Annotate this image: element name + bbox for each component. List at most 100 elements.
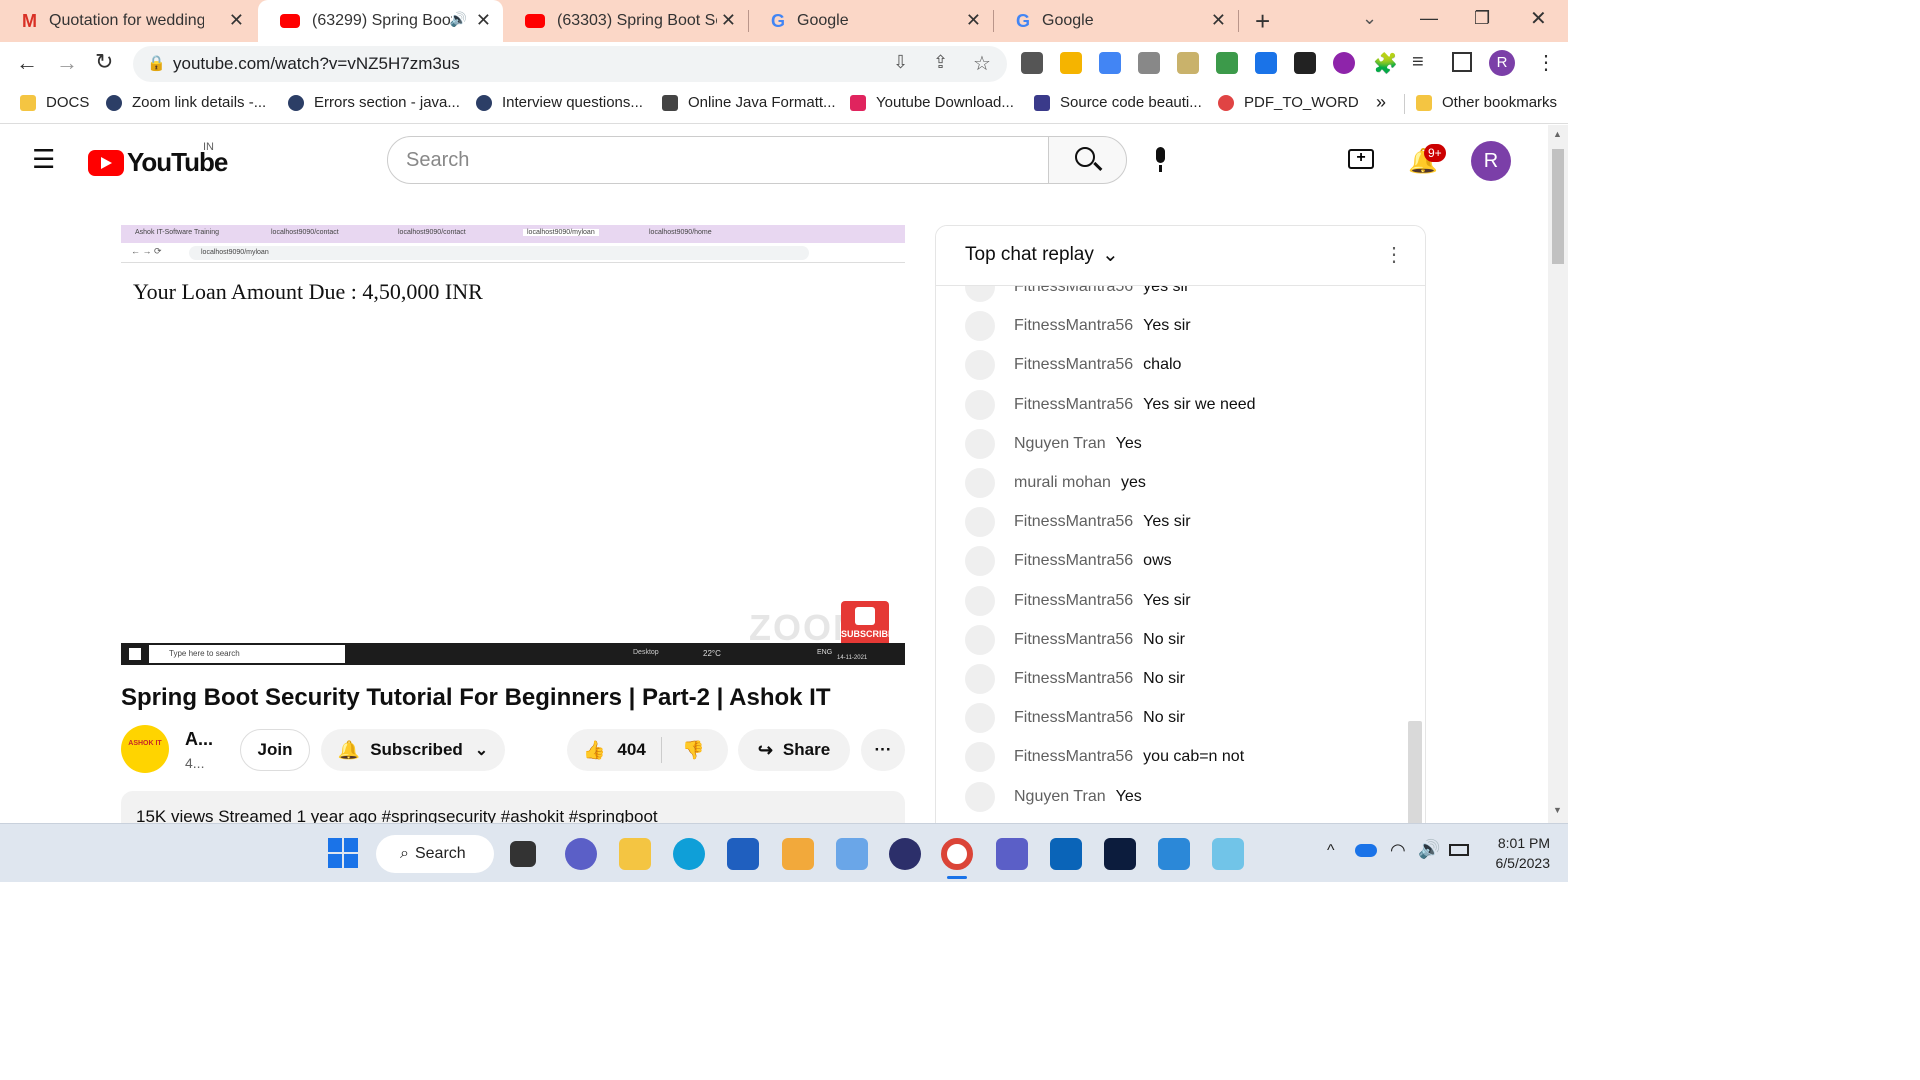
bookmark-star-icon[interactable]: ☆ xyxy=(973,51,991,76)
like-button[interactable]: 👍 404 xyxy=(567,737,662,763)
chat-author-name[interactable]: murali mohan xyxy=(1014,474,1111,492)
page-scrollbar-thumb[interactable] xyxy=(1552,149,1564,264)
chat-message[interactable]: FitnessMantra56 chalo xyxy=(965,350,1181,381)
chat-message[interactable]: FitnessMantra56 ows xyxy=(965,546,1172,577)
bookmark-item[interactable]: Zoom link details -... xyxy=(106,94,266,111)
chat-message[interactable]: FitnessMantra56 Yes sir xyxy=(965,311,1191,342)
share-page-icon[interactable]: ⇪ xyxy=(933,52,948,73)
channel-name[interactable]: A... xyxy=(185,729,213,750)
dislike-button[interactable]: 👎 xyxy=(662,740,704,761)
chat-author-name[interactable]: FitnessMantra56 xyxy=(1014,748,1133,766)
bookmark-item[interactable]: Youtube Download... xyxy=(850,94,1014,111)
extensions-puzzle-icon[interactable]: 🧩 xyxy=(1373,51,1398,76)
channel-avatar[interactable]: ASHOK IT xyxy=(121,725,169,773)
side-panel-icon[interactable] xyxy=(1452,52,1472,72)
chat-message[interactable]: FitnessMantra56 No sir xyxy=(965,624,1185,655)
bookmark-item[interactable]: DOCS xyxy=(20,94,89,111)
join-button[interactable]: Join xyxy=(240,729,310,771)
extension-icon[interactable] xyxy=(1177,52,1199,74)
chat-author-avatar[interactable] xyxy=(965,742,995,773)
extension-icon[interactable] xyxy=(1021,52,1043,74)
close-tab-icon[interactable]: ✕ xyxy=(476,10,491,31)
chat-message[interactable]: FitnessMantra56 you cab=n not xyxy=(965,742,1244,773)
other-bookmarks[interactable]: Other bookmarks xyxy=(1416,94,1557,111)
chat-author-name[interactable]: FitnessMantra56 xyxy=(1014,317,1133,335)
profile-avatar[interactable]: R xyxy=(1489,50,1515,76)
browser-tab-youtube[interactable]: (63303) Spring Boot Secu ✕ xyxy=(503,0,748,42)
app-icon[interactable] xyxy=(1158,838,1190,870)
chat-author-avatar[interactable] xyxy=(965,428,995,459)
outlook-icon[interactable] xyxy=(1050,838,1082,870)
chat-mode-dropdown[interactable]: Top chat replay xyxy=(965,244,1094,266)
chat-scrollbar-thumb[interactable] xyxy=(1408,721,1422,823)
translate-extension-icon[interactable] xyxy=(1099,52,1121,74)
snipping-tool-icon[interactable] xyxy=(836,838,868,870)
chat-author-name[interactable]: FitnessMantra56 xyxy=(1014,396,1133,414)
photos-icon[interactable] xyxy=(782,838,814,870)
page-scrollbar[interactable]: ▲ ▼ xyxy=(1548,125,1568,823)
chat-message[interactable]: FitnessMantra56 No sir xyxy=(965,703,1185,734)
chat-author-name[interactable]: FitnessMantra56 xyxy=(1014,552,1133,570)
browser-tab-google[interactable]: G Google ✕ xyxy=(749,0,993,42)
volume-icon[interactable]: 🔊 xyxy=(1418,839,1440,860)
chat-author-name[interactable]: FitnessMantra56 xyxy=(1014,513,1133,531)
menu-hamburger-icon[interactable]: ☰ xyxy=(32,146,55,172)
subscribed-button[interactable]: 🔔 Subscribed ⌄ xyxy=(321,729,505,771)
taskbar-clock-time[interactable]: 8:01 PM xyxy=(1494,835,1550,851)
chat-author-name[interactable]: Nguyen Tran xyxy=(1014,435,1106,453)
chat-author-name[interactable]: FitnessMantra56 xyxy=(1014,356,1133,374)
teams-icon[interactable] xyxy=(996,838,1028,870)
chat-author-avatar[interactable] xyxy=(965,350,995,381)
chat-author-name[interactable]: FitnessMantra56 xyxy=(1014,592,1133,610)
chat-message[interactable]: murali mohan yes xyxy=(965,468,1146,498)
paint-icon[interactable] xyxy=(1212,838,1244,870)
chrome-icon[interactable] xyxy=(941,838,973,870)
chat-author-avatar[interactable] xyxy=(965,664,995,694)
bookmark-item[interactable]: Source code beauti... xyxy=(1034,94,1202,111)
bookmark-item[interactable]: Errors section - java... xyxy=(288,94,460,111)
bookmark-item[interactable]: PDF_TO_WORD xyxy=(1218,94,1359,111)
tab-search-chevron-icon[interactable]: ⌄ xyxy=(1362,8,1377,29)
windows-start-icon[interactable] xyxy=(328,838,360,870)
chat-author-avatar[interactable] xyxy=(965,546,995,577)
search-input[interactable]: Search xyxy=(387,136,1049,184)
chat-author-avatar[interactable] xyxy=(965,585,995,616)
chat-author-avatar[interactable] xyxy=(965,311,995,342)
taskbar-clock-date[interactable]: 6/5/2023 xyxy=(1484,855,1551,871)
address-bar[interactable]: 🔒 youtube.com/watch?v=vNZ5H7zm3us ⇩ ⇪ ☆ xyxy=(133,46,1007,82)
eclipse-icon[interactable] xyxy=(889,838,921,870)
video-description[interactable]: 15K views Streamed 1 year ago #springsec… xyxy=(121,791,905,823)
chat-author-avatar[interactable] xyxy=(965,703,995,734)
chat-author-avatar[interactable] xyxy=(965,507,995,538)
file-explorer-icon[interactable] xyxy=(619,838,651,870)
task-view-icon[interactable] xyxy=(510,841,536,867)
create-video-icon[interactable]: + xyxy=(1348,149,1374,169)
onedrive-icon[interactable] xyxy=(1355,844,1377,857)
taskbar-search[interactable]: ⌕ Search xyxy=(376,835,494,873)
extension-icon[interactable] xyxy=(1333,52,1355,74)
install-app-icon[interactable]: ⇩ xyxy=(893,52,908,73)
more-bookmarks-button[interactable]: » xyxy=(1376,92,1386,113)
chat-author-avatar[interactable] xyxy=(965,781,995,812)
close-tab-icon[interactable]: ✕ xyxy=(966,10,981,31)
voice-search-mic-icon[interactable] xyxy=(1152,147,1168,173)
browser-menu-icon[interactable]: ⋮ xyxy=(1536,50,1556,75)
extension-icon[interactable] xyxy=(1294,52,1316,74)
minimize-icon[interactable]: — xyxy=(1420,8,1438,29)
app-icon[interactable] xyxy=(1104,838,1136,870)
chat-message[interactable]: FitnessMantra56 Yes sir we need xyxy=(965,389,1256,420)
chat-author-avatar[interactable] xyxy=(965,624,995,655)
chat-author-name[interactable]: Nguyen Tran xyxy=(1014,788,1106,806)
extension-icon[interactable] xyxy=(1060,52,1082,74)
browser-tab-google[interactable]: G Google ✕ xyxy=(994,0,1238,42)
chat-author-name[interactable]: FitnessMantra56 xyxy=(1014,709,1133,727)
chat-message[interactable]: Nguyen Tran Yes xyxy=(965,428,1142,459)
close-tab-icon[interactable]: ✕ xyxy=(229,10,244,31)
extension-icon[interactable] xyxy=(1255,52,1277,74)
chat-message[interactable]: FitnessMantra56 No sir xyxy=(965,664,1185,694)
chat-message[interactable]: Nguyen Tran Yes xyxy=(965,781,1142,812)
new-tab-button[interactable]: + xyxy=(1255,6,1270,37)
media-control-icon[interactable]: ≡ xyxy=(1412,51,1424,74)
forward-icon[interactable]: → xyxy=(56,50,78,76)
bookmark-item[interactable]: Interview questions... xyxy=(476,94,643,111)
